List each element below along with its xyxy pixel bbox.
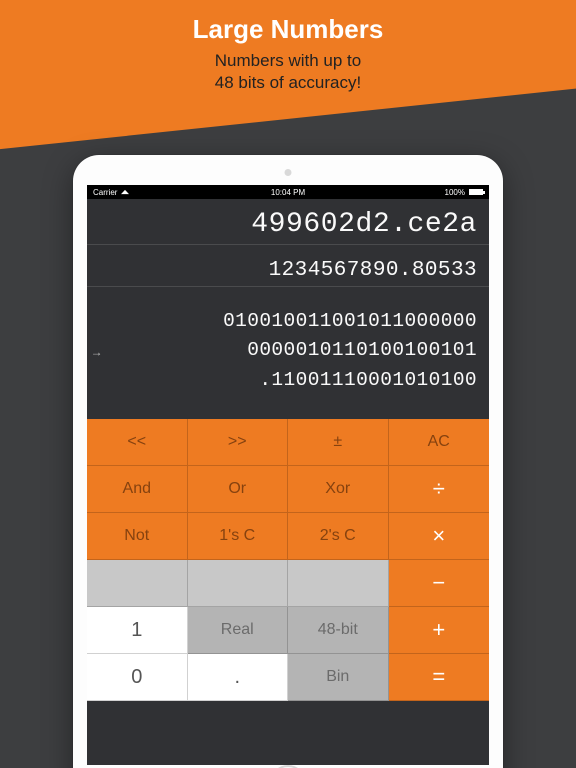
clock-label: 10:04 PM (223, 188, 353, 197)
readout-hex: 499602d2.ce2a (87, 199, 489, 245)
keypad: << >> ± AC And Or Xor ÷ Not 1's C 2's C … (87, 419, 489, 701)
carrier-label: Carrier (93, 188, 117, 197)
promo-subtitle-line2: 48 bits of accuracy! (215, 73, 361, 92)
equals-button[interactable]: = (389, 654, 490, 701)
xor-button[interactable]: Xor (288, 466, 389, 513)
base-bin-button[interactable]: Bin (288, 654, 389, 701)
ones-comp-button[interactable]: 1's C (188, 513, 289, 560)
calculator-display: 499602d2.ce2a 1234567890.80533 → 0100100… (87, 199, 489, 419)
promo-subtitle-line1: Numbers with up to (215, 51, 361, 70)
and-button[interactable]: And (87, 466, 188, 513)
multiply-button[interactable]: × (389, 513, 490, 560)
real-mode-button[interactable]: Real (188, 607, 289, 654)
blank-key-2 (188, 560, 289, 607)
wifi-icon (121, 190, 129, 194)
blank-key-3 (288, 560, 389, 607)
readout-bin: → 010010011001011000000 0000010110100100… (87, 287, 489, 419)
readout-dec: 1234567890.80533 (87, 245, 489, 287)
minus-button[interactable]: − (389, 560, 490, 607)
overflow-arrow-icon: → (93, 344, 101, 362)
readout-bin-line3: .11001110001010100 (99, 366, 477, 395)
all-clear-button[interactable]: AC (389, 419, 490, 466)
battery-label: 100% (445, 188, 465, 197)
divide-button[interactable]: ÷ (389, 466, 490, 513)
shift-right-button[interactable]: >> (188, 419, 289, 466)
digit-1-button[interactable]: 1 (87, 607, 188, 654)
readout-bin-line1: 010010011001011000000 (99, 307, 477, 336)
not-button[interactable]: Not (87, 513, 188, 560)
ipad-device: Carrier 10:04 PM 100% 499602d2.ce2a 1234… (73, 155, 503, 768)
plus-button[interactable]: + (389, 607, 490, 654)
promo-title: Large Numbers (0, 14, 576, 45)
plus-minus-button[interactable]: ± (288, 419, 389, 466)
shift-left-button[interactable]: << (87, 419, 188, 466)
blank-key-1 (87, 560, 188, 607)
decimal-point-button[interactable]: . (188, 654, 289, 701)
twos-comp-button[interactable]: 2's C (288, 513, 389, 560)
battery-icon (469, 189, 483, 195)
bit-width-button[interactable]: 48-bit (288, 607, 389, 654)
digit-0-button[interactable]: 0 (87, 654, 188, 701)
promo-subtitle: Numbers with up to 48 bits of accuracy! (0, 50, 576, 94)
device-camera (285, 169, 292, 176)
status-bar: Carrier 10:04 PM 100% (87, 185, 489, 199)
or-button[interactable]: Or (188, 466, 289, 513)
app-screen: Carrier 10:04 PM 100% 499602d2.ce2a 1234… (87, 185, 489, 765)
readout-bin-line2: 0000010110100100101 (99, 336, 477, 365)
